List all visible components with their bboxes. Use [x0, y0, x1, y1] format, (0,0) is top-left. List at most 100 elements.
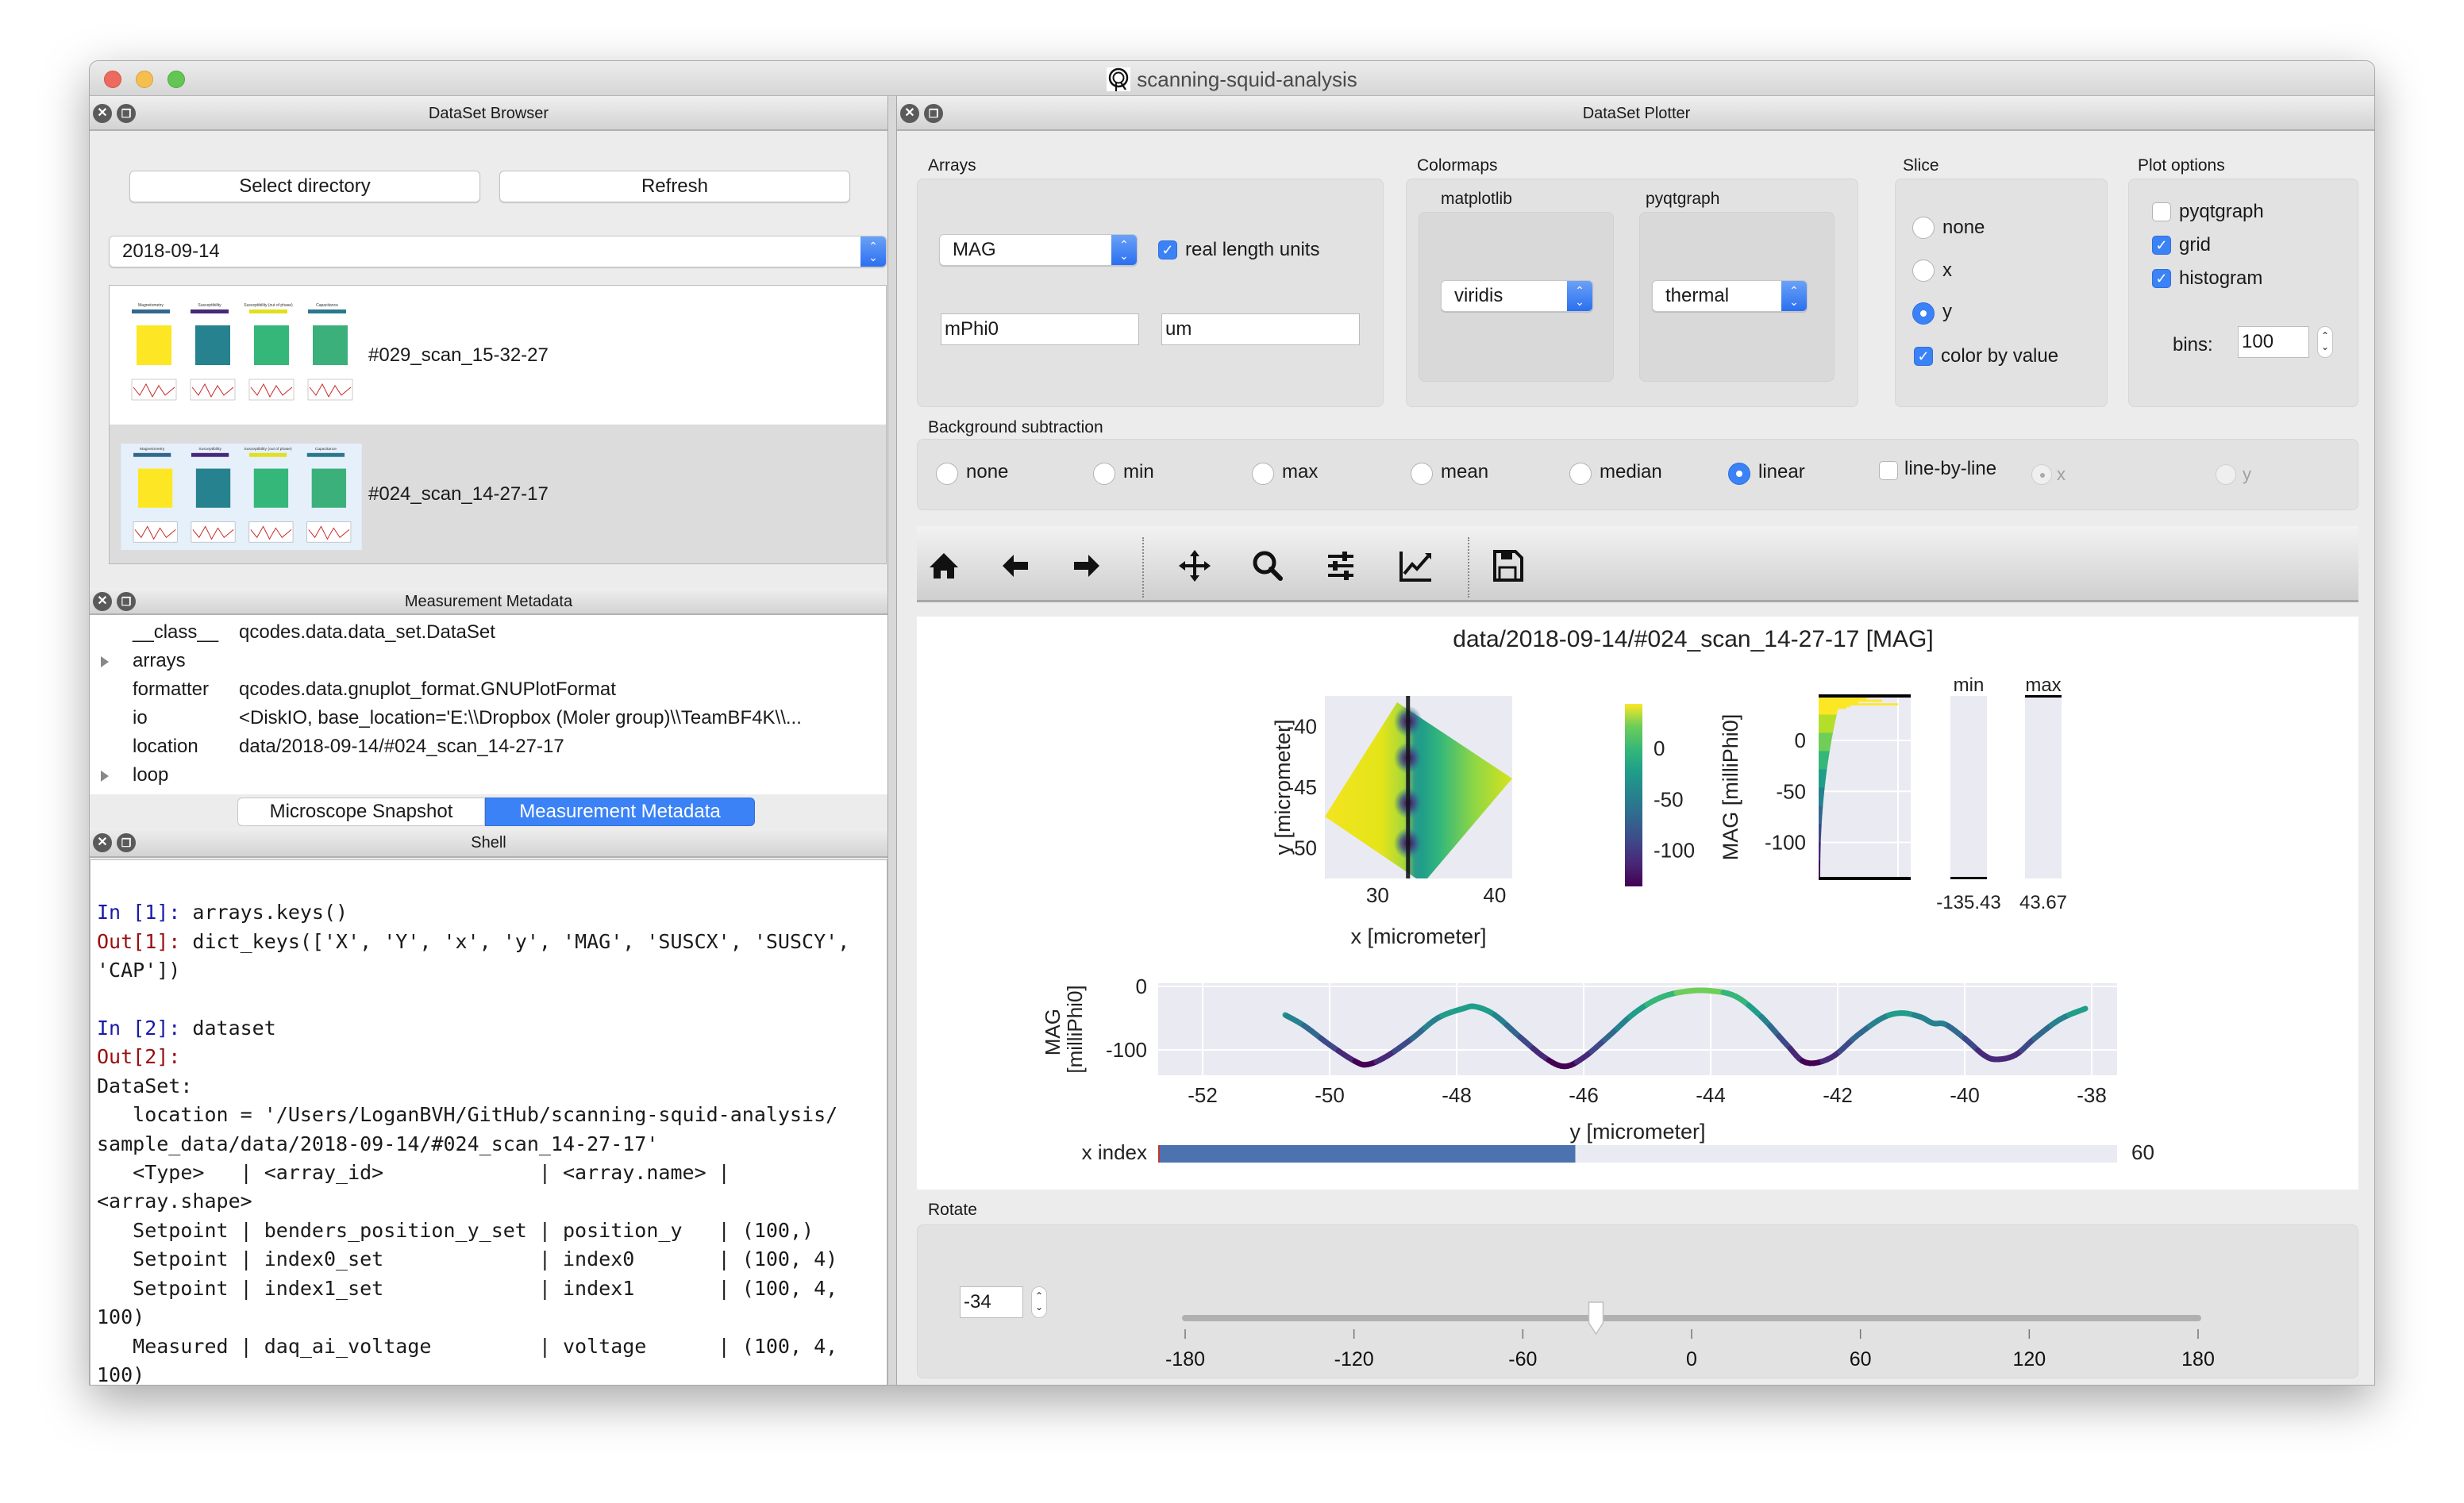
pyqtgraph-checkbox[interactable] — [2152, 202, 2171, 221]
metadata-row[interactable]: loop — [90, 761, 887, 790]
pane-splitter[interactable] — [887, 96, 897, 1385]
zoom-rect-button[interactable] — [1249, 547, 1287, 585]
metadata-row[interactable]: location data/2018-09-14/#024_scan_14-27-… — [90, 732, 887, 761]
line-by-line-checkbox[interactable] — [1879, 461, 1898, 480]
rotate-slider[interactable]: -180 -120 -60 0 60 120 180 — [1034, 1299, 2336, 1378]
histogram-bar — [1819, 779, 1826, 782]
bg-max-radio[interactable] — [1252, 463, 1274, 485]
colorbar-label: MAG [milliPhi0] — [1719, 714, 1742, 861]
metadata-key: io — [133, 707, 148, 728]
histogram-bar — [1819, 821, 1822, 825]
histogram-bar — [1819, 838, 1821, 841]
histogram-min-marker[interactable] — [1819, 877, 1911, 880]
slice-none-radio[interactable] — [1912, 217, 1935, 239]
histogram-bar — [1819, 816, 1823, 819]
data-units-input[interactable]: mPhi0 — [941, 313, 1139, 345]
histogram-y-tick: 0 — [1795, 728, 1806, 752]
rotate-angle-input[interactable]: -34 — [960, 1286, 1023, 1318]
linecut-x-axis-label: y [micrometer] — [1569, 1120, 1705, 1144]
shell-line: Out[2]: — [97, 1043, 880, 1071]
slice-none-label: none — [1942, 217, 1985, 238]
window-titlebar: scanning-squid-analysis — [90, 61, 2374, 96]
metadata-key: __class__ — [133, 621, 219, 643]
real-length-units-checkbox[interactable]: ✓ — [1158, 240, 1177, 259]
dataset-list-item-selected[interactable]: Magnetometry Susceptibility Susceptibility… — [110, 425, 886, 563]
line-by-line-x-radio[interactable] — [2031, 464, 2052, 485]
save-figure-button[interactable] — [1488, 547, 1527, 585]
bg-linear-radio[interactable] — [1728, 463, 1750, 485]
tab-measurement-metadata[interactable]: Measurement Metadata — [485, 798, 755, 826]
bins-stepper[interactable]: ⌃ ⌄ — [2317, 326, 2333, 358]
clim-max-slider[interactable] — [2025, 696, 2062, 878]
metadata-tree[interactable]: __class__ qcodes.data.data_set.DataSet arr… — [90, 615, 887, 794]
rotate-slider-track[interactable] — [1182, 1315, 2201, 1321]
clim-min-label: min — [1954, 675, 1985, 696]
bg-min-radio[interactable] — [1093, 463, 1115, 485]
x-index-slider-fill[interactable] — [1158, 1145, 1576, 1163]
line-by-line-y-radio[interactable] — [2216, 464, 2236, 485]
pyqtgraph-colormap-combobox[interactable]: thermal ⌃ ⌄ — [1652, 280, 1808, 312]
clim-min-handle[interactable] — [1950, 877, 1987, 879]
edit-axes-button[interactable] — [1396, 547, 1434, 585]
linecut-y-tick: -100 — [1106, 1038, 1147, 1062]
dataset-list[interactable]: Magnetometry Susceptibility Susceptibility… — [109, 285, 887, 564]
shell-input-prompt: In [2]: — [97, 1017, 193, 1040]
bg-none-radio[interactable] — [936, 463, 958, 485]
thumbnail-colorbar — [191, 452, 229, 457]
histogram-bar — [1819, 759, 1828, 763]
bg-mean-radio[interactable] — [1411, 463, 1433, 485]
real-length-units-label: real length units — [1185, 239, 1320, 260]
directory-combobox[interactable]: 2018-09-14 ⌃ ⌄ — [109, 236, 887, 267]
dataset-list-item[interactable]: Magnetometry Susceptibility Susceptibility… — [110, 286, 886, 425]
plot-canvas[interactable]: data/2018-09-14/#024_scan_14-27-17 [MAG]… — [917, 617, 2358, 1190]
expand-arrow-icon[interactable] — [101, 656, 109, 667]
metadata-row[interactable]: __class__ qcodes.data.data_set.DataSet — [90, 618, 887, 647]
metadata-row[interactable]: formatter qcodes.data.gnuplot_format.GNUP… — [90, 675, 887, 704]
metadata-row[interactable]: io <DiskIO, base_location='E:\\Dropbox (M… — [90, 704, 887, 732]
home-button[interactable] — [925, 547, 963, 585]
dataset-plotter-title: DataSet Plotter — [1582, 105, 1691, 122]
histogram-max-marker[interactable] — [1819, 694, 1911, 698]
x-index-slider-handle[interactable] — [1158, 1145, 1160, 1163]
histogram-bar — [1819, 832, 1822, 836]
histogram-bar — [1819, 790, 1825, 794]
shell-text: Setpoint | index1_set | index1 | (100, 4… — [97, 1276, 838, 1300]
clim-min-slider[interactable] — [1950, 696, 1987, 878]
bg-median-label: median — [1600, 461, 1662, 482]
metadata-header: ✕ ❐ Measurement Metadata — [90, 588, 887, 615]
array-select-combobox[interactable]: MAG ⌃ ⌄ — [939, 234, 1138, 266]
tab-microscope-snapshot[interactable]: Microscope Snapshot — [237, 798, 485, 826]
forward-button[interactable] — [1068, 547, 1106, 585]
matplotlib-colormap-combobox[interactable]: viridis ⌃ ⌄ — [1441, 280, 1593, 312]
rotate-slider-thumb[interactable] — [1588, 1301, 1604, 1336]
slice-x-radio[interactable] — [1912, 259, 1935, 282]
toolbar-separator — [1142, 537, 1144, 598]
pan-button[interactable] — [1176, 547, 1214, 585]
histogram-bar — [1819, 845, 1821, 848]
shell-console[interactable]: In [1]: arrays.keys() Out[1]: dict_keys([… — [90, 859, 887, 1385]
histogram-bar — [1819, 789, 1825, 791]
bg-median-radio[interactable] — [1569, 463, 1592, 485]
bins-input[interactable]: 100 — [2238, 326, 2309, 358]
length-units-input[interactable]: um — [1161, 313, 1360, 345]
subplots-button[interactable] — [1322, 547, 1360, 585]
histogram-bar — [1819, 803, 1823, 806]
select-directory-button[interactable]: Select directory — [129, 171, 480, 202]
histogram-checkbox[interactable]: ✓ — [2152, 269, 2171, 288]
color-by-value-checkbox[interactable]: ✓ — [1914, 347, 1933, 366]
metadata-row[interactable]: arrays — [90, 647, 887, 675]
colorbar — [1625, 704, 1642, 886]
linecut-x-tick: -40 — [1950, 1083, 1980, 1107]
bg-mean-label: mean — [1441, 461, 1489, 482]
histogram-bar — [1819, 728, 1834, 732]
forward-arrow-icon — [1074, 555, 1099, 577]
refresh-button[interactable]: Refresh — [499, 171, 850, 202]
histogram-bar — [1819, 792, 1824, 795]
histogram-bar — [1819, 785, 1825, 788]
back-button[interactable] — [996, 547, 1034, 585]
histogram-bar — [1819, 745, 1831, 748]
bg-none-label: none — [966, 461, 1009, 482]
grid-checkbox[interactable]: ✓ — [2152, 236, 2171, 255]
expand-arrow-icon[interactable] — [101, 771, 109, 782]
slice-y-radio[interactable] — [1912, 302, 1935, 325]
